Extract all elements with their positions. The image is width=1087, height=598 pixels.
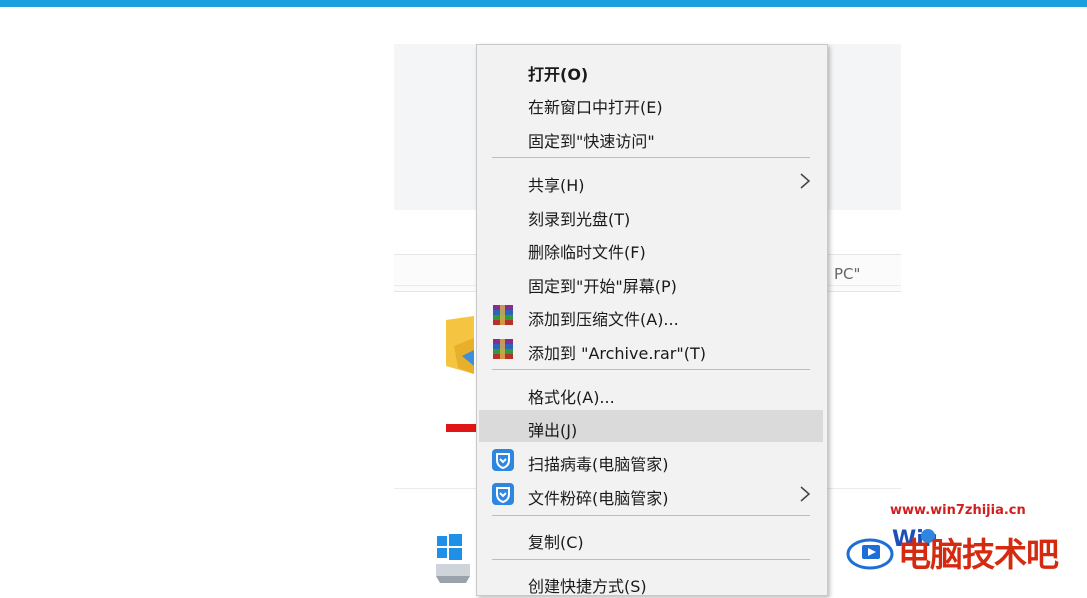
menu-item-copy[interactable]: 复制(C) [479,522,823,554]
menu-item-shred-file[interactable]: 文件粉碎(电脑管家) [479,478,823,510]
menu-item-open[interactable]: 打开(O) [479,54,823,86]
menu-item-label: 格式化(A)... [528,388,615,407]
menu-item-pin-quick-access[interactable]: 固定到"快速访问" [479,121,823,153]
menu-separator [492,559,810,560]
menu-item-format[interactable]: 格式化(A)... [479,377,823,409]
menu-separator [492,157,810,158]
menu-item-scan-virus[interactable]: 扫描病毒(电脑管家) [479,444,823,476]
menu-item-label: 删除临时文件(F) [528,243,646,262]
menu-item-label: 添加到压缩文件(A)... [528,310,679,329]
menu-item-label: 添加到 "Archive.rar"(T) [528,344,706,363]
tencent-shield-icon [492,483,514,505]
chevron-right-icon [800,486,811,502]
folder-icon[interactable] [444,316,474,374]
menu-item-eject[interactable]: 弹出(J) [479,410,823,442]
menu-separator [492,369,810,370]
menu-item-label: 创建快捷方式(S) [528,577,647,596]
window-top-accent-bar [0,0,1087,7]
menu-item-label: 在新窗口中打开(E) [528,98,663,117]
menu-item-label: 固定到"快速访问" [528,132,655,151]
menu-item-label: 刻录到光盘(T) [528,210,631,229]
watermark-name: 电脑技术吧 [898,535,1059,574]
windows-drive-icon[interactable] [436,534,470,583]
menu-item-label: 打开(O) [528,65,589,84]
menu-item-open-new-window[interactable]: 在新窗口中打开(E) [479,87,823,119]
chevron-right-icon [800,173,811,189]
menu-item-label: 扫描病毒(电脑管家) [528,455,669,474]
menu-item-delete-temp-files[interactable]: 删除临时文件(F) [479,232,823,264]
menu-item-burn-disc[interactable]: 刻录到光盘(T) [479,199,823,231]
winrar-icon [493,305,513,325]
menu-separator [492,515,810,516]
menu-item-add-to-archive-rar[interactable]: 添加到 "Archive.rar"(T) [479,333,823,365]
menu-item-label: 复制(C) [528,533,584,552]
watermark-url: www.win7zhijia.cn [890,503,1026,518]
context-menu: 打开(O) 在新窗口中打开(E) 固定到"快速访问" 共享(H) 刻录到光盘(T… [476,44,828,596]
menu-item-label: 固定到"开始"屏幕(P) [528,277,677,296]
menu-item-pin-start[interactable]: 固定到"开始"屏幕(P) [479,266,823,298]
menu-item-add-to-archive[interactable]: 添加到压缩文件(A)... [479,299,823,331]
address-bar-text: PC" [834,265,861,283]
menu-item-share[interactable]: 共享(H) [479,165,823,197]
menu-item-label: 弹出(J) [528,421,578,440]
tencent-shield-icon [492,449,514,471]
menu-item-create-shortcut[interactable]: 创建快捷方式(S) [479,566,823,598]
winrar-icon [493,339,513,359]
menu-item-label: 文件粉碎(电脑管家) [528,489,669,508]
menu-item-label: 共享(H) [528,176,585,195]
